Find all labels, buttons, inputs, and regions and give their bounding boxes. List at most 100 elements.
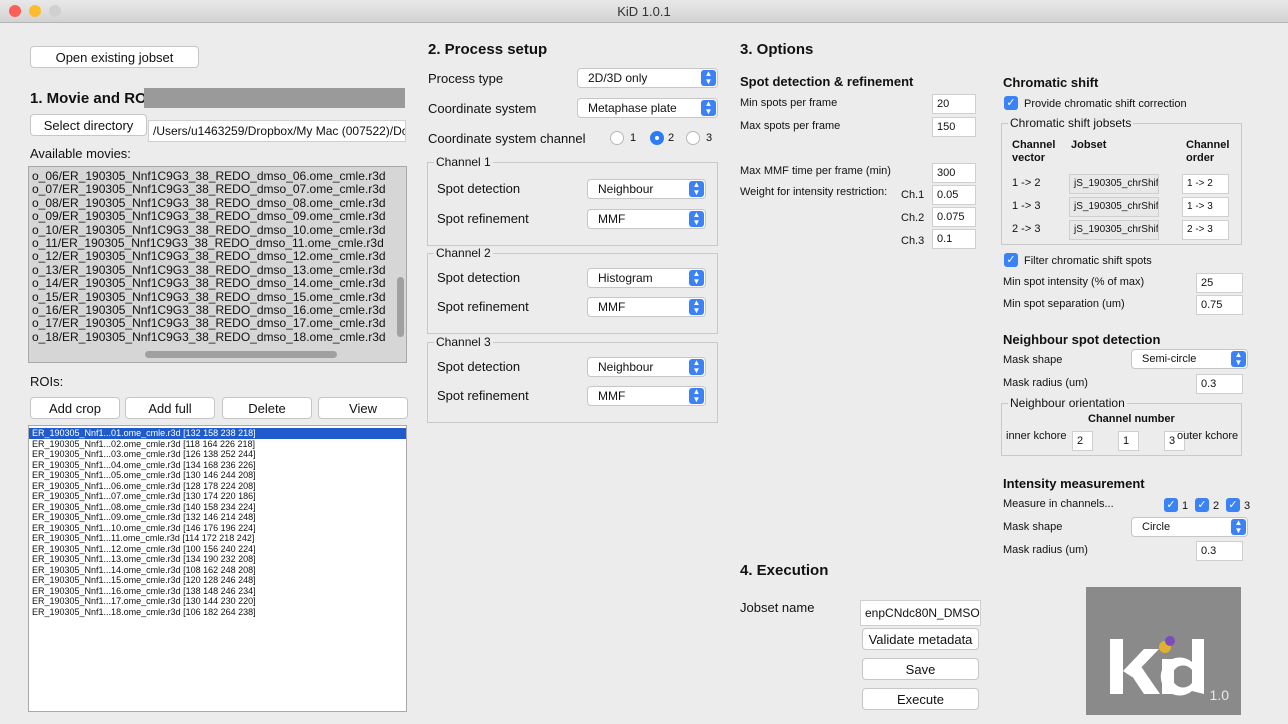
order2-to: 3 (1207, 201, 1213, 212)
movie-list-item[interactable]: o_10/ER_190305_Nnf1C9G3_38_REDO_dmso_10.… (29, 223, 406, 238)
movie-list-item[interactable]: o_16/ER_190305_Nnf1C9G3_38_REDO_dmso_16.… (29, 303, 406, 318)
ch2-detection-label: Spot detection (437, 270, 521, 285)
min-intensity-field[interactable]: 25 (1196, 273, 1243, 293)
neighbour-orientation-group: Neighbour orientation Channel number inn… (1001, 396, 1242, 456)
weight-ch2-field[interactable]: 0.075 (932, 207, 976, 227)
coord-channel-radio-3[interactable] (686, 131, 700, 145)
roi-list-item[interactable]: ER_190305_Nnf1...15.ome_cmle.r3d [120 12… (29, 575, 406, 586)
ch2-detection-select[interactable]: Histogram ▲ ▼ (587, 268, 706, 288)
measure-ch2-checkbox[interactable]: ✓ (1195, 498, 1209, 512)
max-spots-label: Max spots per frame (740, 120, 841, 132)
roi-list-item[interactable]: ER_190305_Nnf1...07.ome_cmle.r3d [130 17… (29, 491, 406, 502)
chevron-updown-icon: ▲ ▼ (689, 299, 704, 315)
movie-list-item[interactable]: o_07/ER_190305_Nnf1C9G3_38_REDO_dmso_07.… (29, 182, 406, 197)
roi-list-item[interactable]: ER_190305_Nnf1...10.ome_cmle.r3d [146 17… (29, 523, 406, 534)
roi-list-item[interactable]: ER_190305_Nnf1...05.ome_cmle.r3d [130 14… (29, 470, 406, 481)
chrom-row2-jobset[interactable]: jS_190305_chrShif... (1069, 197, 1159, 217)
measure-ch1-checkbox[interactable]: ✓ (1164, 498, 1178, 512)
view-roi-button[interactable]: View (318, 397, 408, 419)
process-type-select[interactable]: 2D/3D only ▲ ▼ (577, 68, 718, 88)
order3-to: 3 (1207, 224, 1213, 235)
roi-list-item[interactable]: ER_190305_Nnf1...11.ome_cmle.r3d [114 17… (29, 533, 406, 544)
ch1-refinement-select[interactable]: MMF ▲ ▼ (587, 209, 706, 229)
roi-list-item[interactable]: ER_190305_Nnf1...17.ome_cmle.r3d [130 14… (29, 596, 406, 607)
add-full-button[interactable]: Add full (125, 397, 215, 419)
movies-hscrollbar[interactable] (145, 351, 337, 358)
int-mask-shape-value: Circle (1142, 521, 1171, 533)
roi-list-item[interactable]: ER_190305_Nnf1...01.ome_cmle.r3d [132 15… (29, 428, 406, 439)
delete-roi-button[interactable]: Delete (222, 397, 312, 419)
roi-list-item[interactable]: ER_190305_Nnf1...16.ome_cmle.r3d [138 14… (29, 586, 406, 597)
execute-button[interactable]: Execute (862, 688, 979, 710)
arrow-icon: -> (1195, 178, 1205, 189)
ch2-refinement-select[interactable]: MMF ▲ ▼ (587, 297, 706, 317)
movies-vscrollbar[interactable] (397, 277, 404, 337)
movie-list-item[interactable]: o_13/ER_190305_Nnf1C9G3_38_REDO_dmso_13.… (29, 263, 406, 278)
roi-list-item[interactable]: ER_190305_Nnf1...03.ome_cmle.r3d [126 13… (29, 449, 406, 460)
chevron-updown-icon: ▲ ▼ (701, 70, 716, 86)
int-mask-radius-field[interactable]: 0.3 (1196, 541, 1243, 561)
jobset-name-field[interactable]: enpCNdc80N_DMSO (860, 600, 981, 626)
int-mask-shape-select[interactable]: Circle ▲ ▼ (1131, 517, 1248, 537)
process-setup-title: 2. Process setup (428, 41, 548, 58)
filter-chromatic-checkbox[interactable]: ✓ (1004, 253, 1018, 267)
orientation-field-1[interactable]: 2 (1072, 431, 1093, 451)
movies-container: o_06/ER_190305_Nnf1C9G3_38_REDO_dmso_06.… (29, 167, 406, 345)
roi-list-item[interactable]: ER_190305_Nnf1...08.ome_cmle.r3d [140 15… (29, 502, 406, 513)
movie-list-item[interactable]: o_15/ER_190305_Nnf1C9G3_38_REDO_dmso_15.… (29, 290, 406, 305)
chrom-row2-vector: 1 -> 3 (1012, 200, 1041, 212)
chrom-row1-order[interactable]: 1 -> 2 (1182, 174, 1229, 194)
chrom-row3-order[interactable]: 2 -> 3 (1182, 220, 1229, 240)
provide-correction-checkbox[interactable]: ✓ (1004, 96, 1018, 110)
directory-path-field[interactable]: /Users/u1463259/Dropbox/My Mac (007522)/… (148, 120, 406, 142)
chrom-row3-jobset[interactable]: jS_190305_chrShif... (1069, 220, 1159, 240)
roi-list-item[interactable]: ER_190305_Nnf1...04.ome_cmle.r3d [134 16… (29, 460, 406, 471)
max-mmf-label: Max MMF time per frame (min) (740, 165, 891, 177)
chrom-row2-order[interactable]: 1 -> 3 (1182, 197, 1229, 217)
weight-ch1-field[interactable]: 0.05 (932, 185, 976, 205)
add-crop-button[interactable]: Add crop (30, 397, 120, 419)
roi-list-item[interactable]: ER_190305_Nnf1...09.ome_cmle.r3d [132 14… (29, 512, 406, 523)
roi-list-item[interactable]: ER_190305_Nnf1...02.ome_cmle.r3d [118 16… (29, 439, 406, 450)
measure-ch3-checkbox[interactable]: ✓ (1226, 498, 1240, 512)
order2-from: 1 (1187, 201, 1193, 212)
roi-list-item[interactable]: ER_190305_Nnf1...18.ome_cmle.r3d [106 18… (29, 607, 406, 618)
movie-list-item[interactable]: o_18/ER_190305_Nnf1C9G3_38_REDO_dmso_18.… (29, 330, 406, 345)
select-directory-button[interactable]: Select directory (30, 114, 147, 136)
validate-metadata-button[interactable]: Validate metadata (862, 628, 979, 650)
movie-list-item[interactable]: o_17/ER_190305_Nnf1C9G3_38_REDO_dmso_17.… (29, 317, 406, 331)
min-spots-field[interactable]: 20 (932, 94, 976, 114)
weight-ch3-field[interactable]: 0.1 (932, 229, 976, 249)
movie-list-item[interactable]: o_06/ER_190305_Nnf1C9G3_38_REDO_dmso_06.… (29, 169, 406, 184)
movie-list-item[interactable]: o_14/ER_190305_Nnf1C9G3_38_REDO_dmso_14.… (29, 276, 406, 291)
coord-channel-radio-1[interactable] (610, 131, 624, 145)
min-separation-field[interactable]: 0.75 (1196, 295, 1243, 315)
movie-list-item[interactable]: o_09/ER_190305_Nnf1C9G3_38_REDO_dmso_09.… (29, 209, 406, 224)
movie-list-item[interactable]: o_12/ER_190305_Nnf1C9G3_38_REDO_dmso_12.… (29, 250, 406, 264)
coordinate-system-label: Coordinate system (428, 101, 537, 116)
execution-title: 4. Execution (740, 562, 829, 579)
movie-list-item[interactable]: o_08/ER_190305_Nnf1C9G3_38_REDO_dmso_08.… (29, 196, 406, 211)
rois-list[interactable]: ER_190305_Nnf1...01.ome_cmle.r3d [132 15… (28, 425, 407, 712)
roi-list-item[interactable]: ER_190305_Nnf1...14.ome_cmle.r3d [108 16… (29, 565, 406, 576)
mask-shape-select[interactable]: Semi-circle ▲ ▼ (1131, 349, 1248, 369)
coord-channel-radio-2[interactable] (650, 131, 664, 145)
roi-list-item[interactable]: ER_190305_Nnf1...12.ome_cmle.r3d [100 15… (29, 544, 406, 555)
roi-list-item[interactable]: ER_190305_Nnf1...13.ome_cmle.r3d [134 19… (29, 554, 406, 565)
coordinate-system-select[interactable]: Metaphase plate ▲ ▼ (577, 98, 718, 118)
ch3-detection-select[interactable]: Neighbour ▲ ▼ (587, 357, 706, 377)
movies-list[interactable]: o_06/ER_190305_Nnf1C9G3_38_REDO_dmso_06.… (28, 166, 407, 363)
orientation-field-2[interactable]: 1 (1118, 431, 1139, 451)
save-button[interactable]: Save (862, 658, 979, 680)
max-mmf-field[interactable]: 300 (932, 163, 976, 183)
ch3-refinement-select[interactable]: MMF ▲ ▼ (587, 386, 706, 406)
ch1-detection-select[interactable]: Neighbour ▲ ▼ (587, 179, 706, 199)
movie-list-item[interactable]: o_11/ER_190305_Nnf1C9G3_38_REDO_dmso_11.… (29, 236, 406, 251)
open-jobset-button[interactable]: Open existing jobset (30, 46, 199, 68)
order1-to: 2 (1207, 178, 1213, 189)
max-spots-field[interactable]: 150 (932, 117, 976, 137)
mask-radius-field[interactable]: 0.3 (1196, 374, 1243, 394)
chevron-updown-icon: ▲ ▼ (689, 388, 704, 404)
roi-list-item[interactable]: ER_190305_Nnf1...06.ome_cmle.r3d [128 17… (29, 481, 406, 492)
chrom-row1-jobset[interactable]: jS_190305_chrShif... (1069, 174, 1159, 194)
